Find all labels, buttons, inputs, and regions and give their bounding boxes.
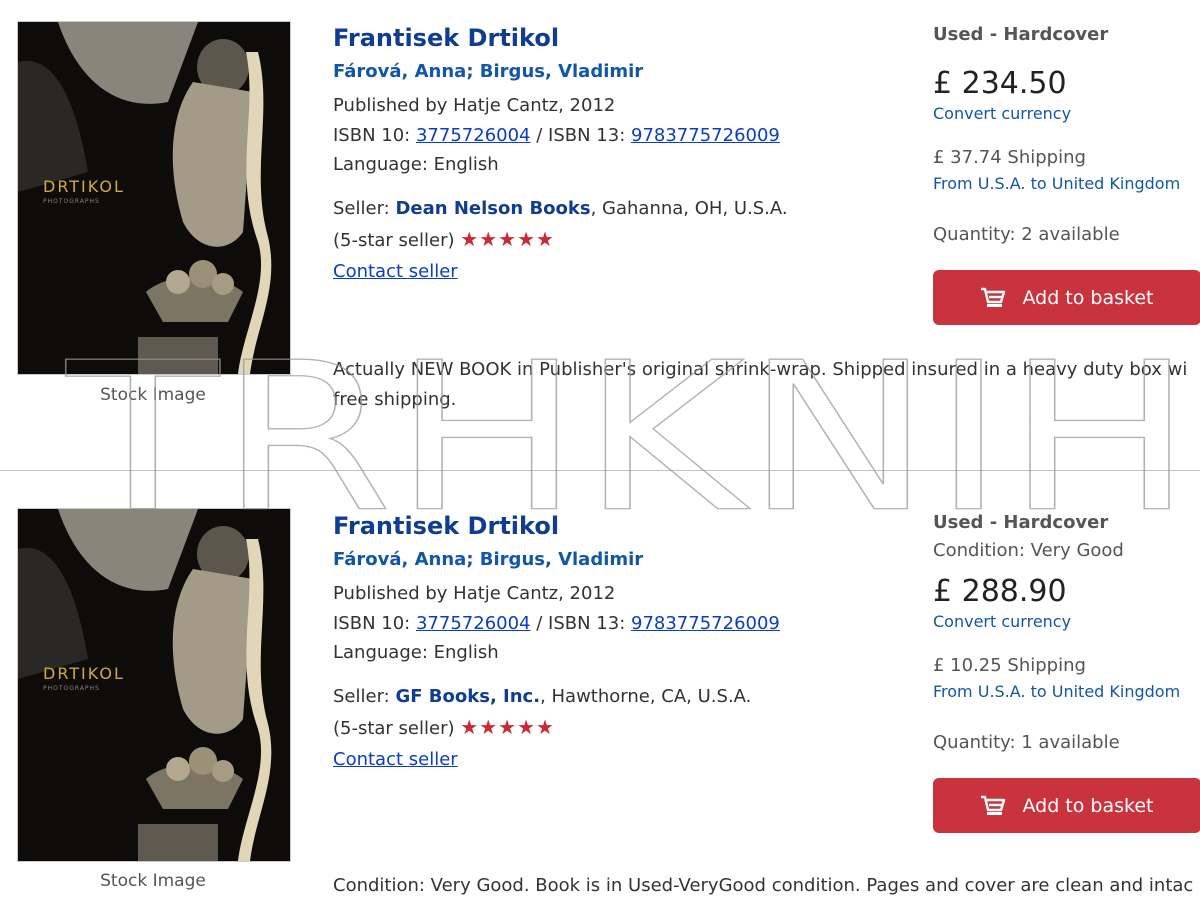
seller-name-link[interactable]: Dean Nelson Books <box>395 198 590 219</box>
seller-info: Seller: GF Books, Inc., Hawthorne, CA, U… <box>333 682 893 776</box>
star-icon: ★ <box>536 227 555 251</box>
cover-title: DRTIKOL <box>43 177 125 196</box>
star-icon: ★ <box>498 715 518 739</box>
seller-location: , Hawthorne, CA, U.S.A. <box>540 685 752 707</box>
book-authors-link[interactable]: Fárová, Anna; Birgus, Vladimir <box>333 549 893 571</box>
cover-subtitle: PHOTOGRAPHS <box>43 198 100 205</box>
book-title-link[interactable]: Frantisek Drtikol <box>333 24 893 52</box>
isbn10-label: ISBN 10: <box>333 612 411 634</box>
star-icon: ★ <box>517 715 536 739</box>
star-icon: ★ <box>460 715 480 739</box>
seller-name-link[interactable]: GF Books, Inc. <box>395 686 540 707</box>
isbn13-label: / ISBN 13: <box>530 612 626 634</box>
book-meta: Published by Hatje Cantz, 2012 ISBN 10: … <box>333 579 893 668</box>
star-icon: ★ <box>536 715 555 739</box>
seller-rating: (5-star seller) ★★★★★ <box>333 712 893 745</box>
shipping-cost: £ 37.74 Shipping <box>933 147 1086 168</box>
book-info: Frantisek Drtikol Fárová, Anna; Birgus, … <box>333 24 893 287</box>
language-line: Language: English <box>333 642 499 663</box>
binding-label: Used - Hardcover <box>933 512 1109 533</box>
listing-description: Actually NEW BOOK in Publisher's origina… <box>333 355 1200 415</box>
isbn10-link[interactable]: 3775726004 <box>416 125 531 146</box>
listing-2: DRTIKOL PHOTOGRAPHS Stock Image Frantise… <box>0 471 1200 896</box>
shipping-cost: £ 10.25 Shipping <box>933 655 1086 676</box>
seller-prefix: Seller: <box>333 197 390 219</box>
star-rating: ★★★★★ <box>460 227 555 251</box>
cover-title: DRTIKOL <box>43 664 125 683</box>
star-icon: ★ <box>498 227 518 251</box>
contact-seller-link[interactable]: Contact seller <box>333 261 458 282</box>
isbn-line: ISBN 10: 3775726004 / ISBN 13: 978377572… <box>333 121 893 151</box>
add-to-basket-label: Add to basket <box>1022 794 1154 817</box>
add-to-basket-label: Add to basket <box>1022 286 1154 309</box>
book-title-link[interactable]: Frantisek Drtikol <box>333 512 893 540</box>
publisher-line: Published by Hatje Cantz, 2012 <box>333 583 616 604</box>
purchase-panel: Used - Hardcover £ 234.50 Convert curren… <box>933 23 1200 325</box>
star-icon: ★ <box>479 715 499 739</box>
star-icon: ★ <box>517 227 536 251</box>
convert-currency-link[interactable]: Convert currency <box>933 103 1200 125</box>
star-icon: ★ <box>460 227 480 251</box>
description-line: Condition: Very Good. Book is in Used-Ve… <box>333 875 1194 896</box>
price: £ 234.50 <box>933 66 1067 101</box>
isbn13-label: / ISBN 13: <box>530 124 626 146</box>
seller-prefix: Seller: <box>333 685 390 707</box>
cart-icon <box>980 287 1006 309</box>
price: £ 288.90 <box>933 574 1067 609</box>
convert-currency-link[interactable]: Convert currency <box>933 611 1200 633</box>
description-line: free shipping. <box>333 389 457 410</box>
star-icon: ★ <box>479 227 499 251</box>
book-meta: Published by Hatje Cantz, 2012 ISBN 10: … <box>333 91 893 180</box>
isbn10-label: ISBN 10: <box>333 124 411 146</box>
binding-label: Used - Hardcover <box>933 24 1109 45</box>
publisher-line: Published by Hatje Cantz, 2012 <box>333 95 616 116</box>
seller-line: Seller: Dean Nelson Books, Gahanna, OH, … <box>333 194 893 225</box>
quantity-available: Quantity: 1 available <box>933 732 1120 753</box>
seller-location: , Gahanna, OH, U.S.A. <box>590 197 788 219</box>
shipping-route-link[interactable]: From U.S.A. to United Kingdom <box>933 681 1200 703</box>
seller-info: Seller: Dean Nelson Books, Gahanna, OH, … <box>333 194 893 288</box>
shipping-route-link[interactable]: From U.S.A. to United Kingdom <box>933 173 1200 195</box>
book-cover-image[interactable]: DRTIKOL PHOTOGRAPHS <box>17 21 291 375</box>
isbn13-link[interactable]: 9783775726009 <box>631 613 780 634</box>
seller-line: Seller: GF Books, Inc., Hawthorne, CA, U… <box>333 682 893 713</box>
language-line: Language: English <box>333 154 499 175</box>
cover-subtitle: PHOTOGRAPHS <box>43 685 100 692</box>
cart-icon <box>980 795 1006 817</box>
purchase-panel: Used - Hardcover Condition: Very Good £ … <box>933 511 1200 833</box>
add-to-basket-button[interactable]: Add to basket <box>933 778 1200 833</box>
stock-image-label: Stock Image <box>100 871 206 891</box>
contact-seller-link[interactable]: Contact seller <box>333 749 458 770</box>
seller-rating-text: (5-star seller) <box>333 230 455 251</box>
book-cover-image[interactable]: DRTIKOL PHOTOGRAPHS <box>17 508 291 862</box>
book-info: Frantisek Drtikol Fárová, Anna; Birgus, … <box>333 512 893 775</box>
condition-label: Condition: Very Good <box>933 540 1124 561</box>
quantity-available: Quantity: 2 available <box>933 224 1120 245</box>
listing-1: DRTIKOL PHOTOGRAPHS Stock Image Frantise… <box>0 0 1200 470</box>
seller-rating: (5-star seller) ★★★★★ <box>333 224 893 257</box>
isbn13-link[interactable]: 9783775726009 <box>631 125 780 146</box>
listing-description: Condition: Very Good. Book is in Used-Ve… <box>333 871 1200 901</box>
description-line: Actually NEW BOOK in Publisher's origina… <box>333 359 1188 380</box>
isbn-line: ISBN 10: 3775726004 / ISBN 13: 978377572… <box>333 609 893 639</box>
isbn10-link[interactable]: 3775726004 <box>416 613 531 634</box>
add-to-basket-button[interactable]: Add to basket <box>933 270 1200 325</box>
seller-rating-text: (5-star seller) <box>333 718 455 739</box>
book-authors-link[interactable]: Fárová, Anna; Birgus, Vladimir <box>333 61 893 83</box>
star-rating: ★★★★★ <box>460 715 555 739</box>
stock-image-label: Stock Image <box>100 385 206 405</box>
